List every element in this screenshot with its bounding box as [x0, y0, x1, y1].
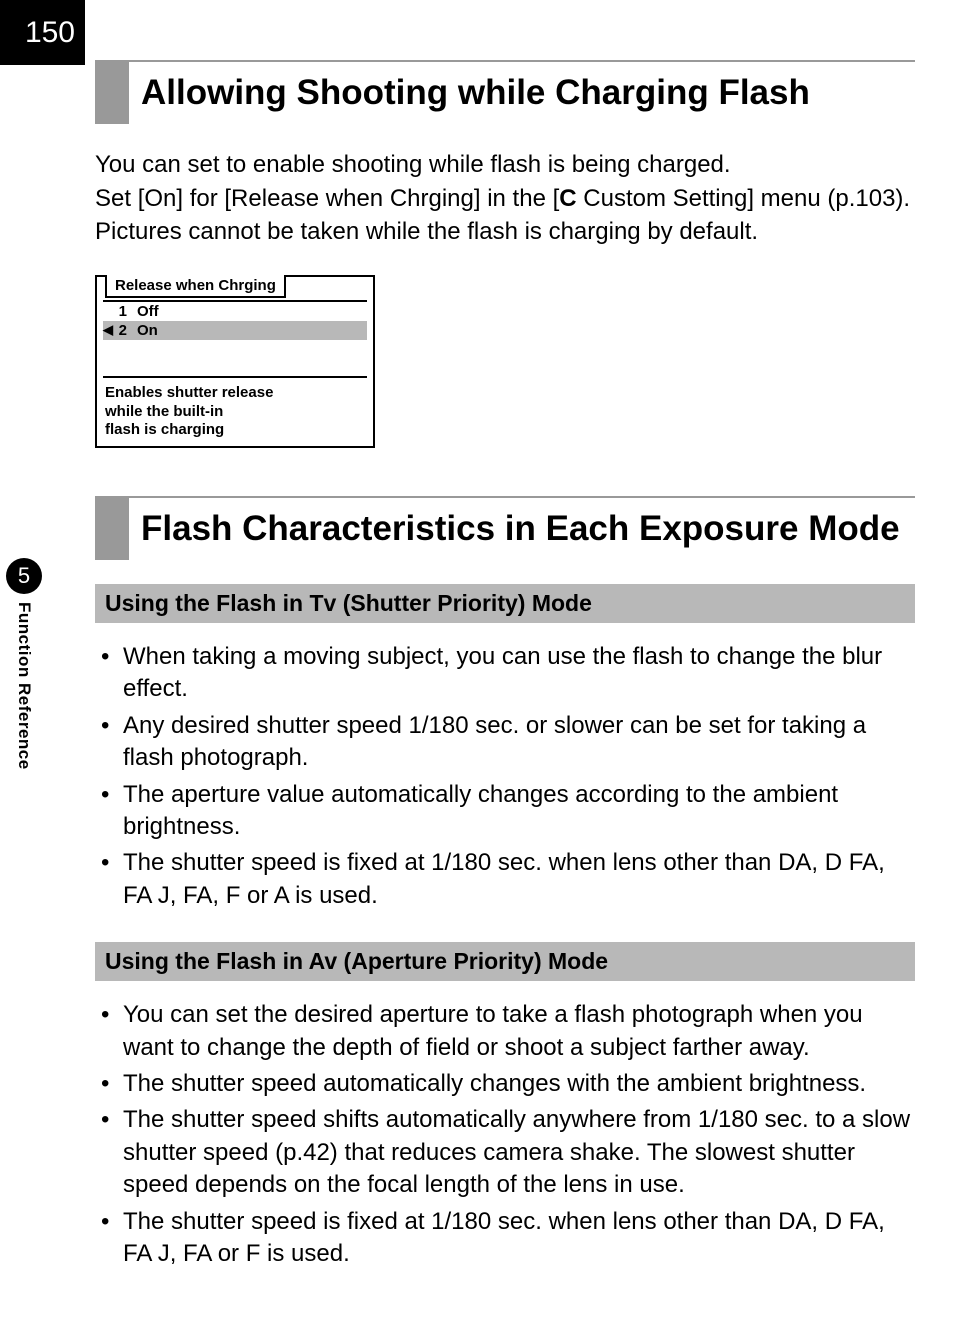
subhead-tv: Using the Flash in Tv (Shutter Priority)…: [95, 584, 915, 623]
section1-body: You can set to enable shooting while fla…: [95, 148, 915, 249]
menu-blank: [103, 340, 367, 376]
list-item: Any desired shutter speed 1/180 sec. or …: [95, 710, 915, 775]
menu-help-line: while the built-in: [105, 403, 365, 422]
menu-row-on: ◀ 2 On: [103, 321, 367, 340]
title-bar: [95, 62, 129, 124]
menu-row-off: 1 Off: [103, 302, 367, 321]
av-bullets: You can set the desired aperture to take…: [95, 999, 915, 1270]
subhead-suffix: (Shutter Priority) Mode: [336, 590, 592, 616]
chapter-label: Function Reference: [14, 602, 34, 770]
menu-tab: Release when Chrging: [105, 275, 286, 298]
menu-list: 1 Off ◀ 2 On: [103, 300, 367, 378]
section-title-1: Allowing Shooting while Charging Flash: [95, 60, 915, 124]
menu-screenshot: Release when Chrging 1 Off ◀ 2 On Enable…: [95, 275, 375, 448]
menu-label: On: [137, 322, 158, 339]
mode-tv-icon: Tv: [309, 590, 336, 616]
list-item: The shutter speed automatically changes …: [95, 1068, 915, 1100]
list-item: The shutter speed is fixed at 1/180 sec.…: [95, 1206, 915, 1271]
section-heading: Flash Characteristics in Each Exposure M…: [129, 498, 900, 560]
custom-setting-icon: C: [559, 185, 576, 212]
content: Allowing Shooting while Charging Flash Y…: [95, 60, 915, 1300]
menu-help-line: flash is charging: [105, 421, 365, 440]
subhead-prefix: Using the Flash in: [105, 590, 309, 616]
list-item: You can set the desired aperture to take…: [95, 999, 915, 1064]
page-number: 150: [0, 0, 85, 65]
section-heading: Allowing Shooting while Charging Flash: [129, 62, 810, 124]
menu-help: Enables shutter release while the built-…: [97, 384, 373, 446]
tv-bullets: When taking a moving subject, you can us…: [95, 641, 915, 912]
list-item: The shutter speed shifts automatically a…: [95, 1104, 915, 1201]
menu-label: Off: [137, 303, 159, 320]
section-title-2: Flash Characteristics in Each Exposure M…: [95, 496, 915, 560]
chapter-tab: 5 Function Reference: [0, 558, 48, 770]
list-item: The aperture value automatically changes…: [95, 779, 915, 844]
list-item: When taking a moving subject, you can us…: [95, 641, 915, 706]
menu-idx: 2: [107, 322, 127, 339]
title-bar: [95, 498, 129, 560]
menu-help-line: Enables shutter release: [105, 384, 365, 403]
chapter-number: 5: [6, 558, 42, 594]
subhead-av: Using the Flash in Av (Aperture Priority…: [95, 942, 915, 981]
page: 150 5 Function Reference Allowing Shooti…: [0, 0, 954, 1329]
menu-idx: 1: [107, 303, 127, 320]
list-item: The shutter speed is fixed at 1/180 sec.…: [95, 847, 915, 912]
